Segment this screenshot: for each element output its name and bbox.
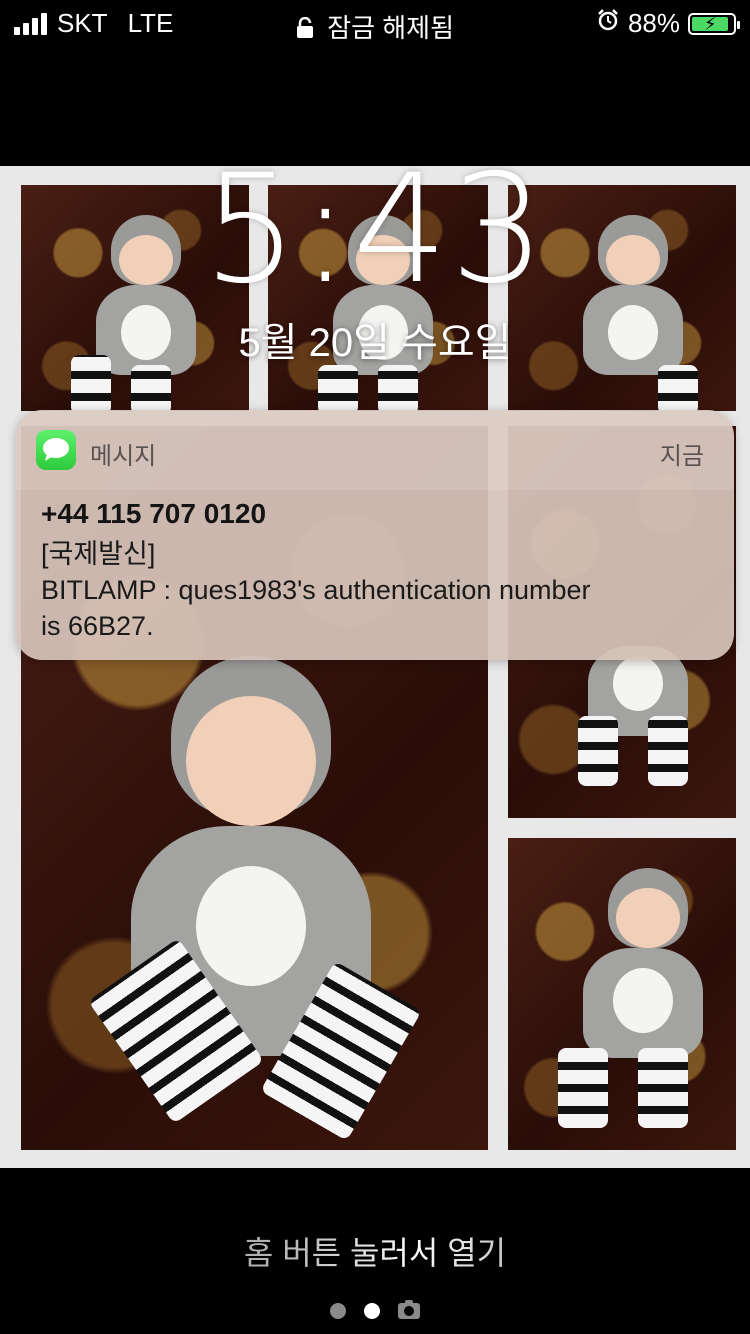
status-bar-right: 88% ⚡ — [596, 8, 740, 39]
message-notification[interactable]: 메시지 지금 +44 115 707 0120 [국제발신] BITLAMP :… — [16, 410, 734, 660]
alarm-icon — [596, 8, 620, 39]
lock-status-label: 잠금 해제됨 — [327, 13, 455, 43]
page-dot-inactive[interactable] — [330, 1303, 346, 1319]
notification-body-line: [국제발신] — [41, 539, 156, 569]
notification-body-line: BITLAMP : ques1983's authentication numb… — [41, 575, 591, 605]
page-dot-active[interactable] — [364, 1303, 380, 1319]
notification-app-name: 메시지 — [90, 443, 157, 470]
notification-body-line: is 66B27. — [41, 611, 154, 641]
battery-charging-icon: ⚡ — [688, 12, 740, 35]
status-bar: SKT LTE 잠금 해제됨 88% ⚡ — [0, 0, 750, 50]
lock-icon — [296, 15, 314, 46]
wallpaper-photo-6 — [508, 838, 736, 1150]
page-indicator[interactable] — [0, 1300, 750, 1319]
camera-icon[interactable] — [398, 1300, 420, 1319]
unlock-hint: 홈 버튼 눌러서 열기 — [0, 1228, 750, 1274]
notification-sender: +44 115 707 0120 — [41, 498, 267, 529]
battery-percent: 88% — [627, 8, 680, 38]
notification-time: 지금 — [659, 443, 704, 470]
lock-screen: SKT LTE 잠금 해제됨 88% ⚡ 5:43 5월 20일 수요일 메시지… — [0, 0, 750, 1334]
lock-screen-date: 5월 20일 수요일 — [238, 321, 512, 365]
lock-screen-time: 5:43 — [202, 143, 548, 317]
messages-icon — [36, 430, 76, 470]
